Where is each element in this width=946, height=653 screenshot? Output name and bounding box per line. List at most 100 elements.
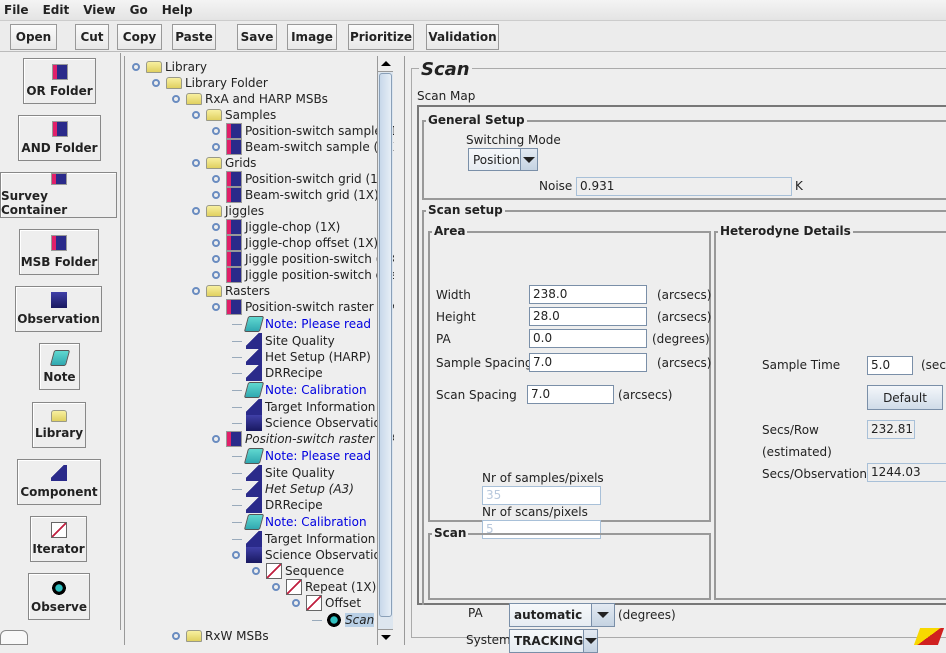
- library-palette-button[interactable]: Library: [32, 402, 86, 448]
- scroll-down-button[interactable]: [378, 629, 393, 645]
- menu-help[interactable]: Help: [158, 3, 201, 17]
- menu-edit[interactable]: Edit: [39, 3, 78, 17]
- tree-node[interactable]: Note: Calibration: [243, 514, 367, 530]
- or-folder-palette-button[interactable]: OR Folder: [23, 58, 96, 104]
- tree-node[interactable]: Site Quality: [246, 465, 335, 481]
- tree-node[interactable]: Position-switch sample (1X): [226, 123, 394, 139]
- tree-node[interactable]: Library: [146, 59, 207, 75]
- tree-node[interactable]: Target Information: [246, 531, 375, 547]
- tree-node[interactable]: Sequence: [266, 563, 344, 579]
- scan-spacing-field[interactable]: 7.0: [527, 385, 614, 404]
- tree-expand-handle[interactable]: [132, 63, 140, 71]
- iterator-palette-button[interactable]: Iterator: [30, 516, 87, 562]
- tree-connector: [232, 505, 242, 506]
- tree-expand-handle[interactable]: [212, 303, 220, 311]
- prioritize-button[interactable]: Prioritize: [348, 24, 414, 50]
- tree-expand-handle[interactable]: [192, 111, 200, 119]
- observe-palette-button[interactable]: Observe: [28, 573, 90, 620]
- program-tree[interactable]: Library Library Folder RxA and HARP MSBs Sa…: [124, 56, 394, 645]
- tree-node[interactable]: RxA and HARP MSBs: [186, 91, 328, 107]
- msb-folder-palette-button[interactable]: MSB Folder: [19, 229, 99, 275]
- tree-node[interactable]: Jiggles: [206, 203, 264, 219]
- tree-expand-handle[interactable]: [192, 159, 200, 167]
- sample-spacing-field[interactable]: 7.0: [529, 353, 647, 372]
- tree-expand-handle[interactable]: [212, 255, 220, 263]
- menu-view[interactable]: View: [79, 3, 123, 17]
- scan-pa-select[interactable]: automatic: [509, 603, 615, 627]
- tree-expand-handle[interactable]: [232, 551, 240, 559]
- tree-node[interactable]: Note: Please read: [243, 448, 371, 464]
- image-button[interactable]: Image: [287, 24, 337, 50]
- copy-button[interactable]: Copy: [117, 24, 162, 50]
- tree-scrollbar[interactable]: [377, 56, 393, 645]
- tree-expand-handle[interactable]: [212, 127, 220, 135]
- height-field[interactable]: 28.0: [529, 307, 647, 326]
- split-pane-divider[interactable]: [394, 56, 404, 645]
- pa-field[interactable]: 0.0: [529, 329, 647, 348]
- note-palette-button[interactable]: Note: [39, 343, 80, 390]
- tree-node[interactable]: Grids: [206, 155, 256, 171]
- tree-node[interactable]: Jiggle position-switch offset: [226, 267, 394, 283]
- cut-button[interactable]: Cut: [75, 24, 109, 50]
- tree-node[interactable]: Target Information: [246, 399, 375, 415]
- tree-expand-handle[interactable]: [212, 435, 220, 443]
- tree-node[interactable]: Science Observation: [246, 415, 388, 431]
- tree-expand-handle[interactable]: [212, 175, 220, 183]
- tree-node[interactable]: Het Setup (A3): [246, 481, 354, 497]
- tree-expand-handle[interactable]: [192, 207, 200, 215]
- tree-expand-handle[interactable]: [172, 95, 180, 103]
- tree-node[interactable]: Science Observation: [246, 547, 388, 563]
- tree-expand-handle[interactable]: [212, 191, 220, 199]
- menu-go[interactable]: Go: [126, 3, 156, 17]
- default-button[interactable]: Default: [867, 385, 943, 410]
- tree-node[interactable]: Scan: [326, 612, 375, 628]
- tree-node[interactable]: Position-switch raster (1X): [226, 431, 394, 447]
- observation-palette-button[interactable]: Observation: [15, 286, 102, 332]
- switching-mode-select[interactable]: Position: [468, 148, 538, 171]
- tree-node[interactable]: Position-switch raster (1X): [226, 299, 394, 315]
- tree-expand-handle[interactable]: [192, 287, 200, 295]
- paste-button[interactable]: Paste: [172, 24, 216, 50]
- scroll-up-button[interactable]: [378, 56, 393, 72]
- tree-expand-handle[interactable]: [252, 567, 260, 575]
- sample-time-field[interactable]: 5.0: [867, 356, 913, 375]
- tree-expand-handle[interactable]: [212, 223, 220, 231]
- tree-node[interactable]: Het Setup (HARP): [246, 349, 371, 365]
- tree-node[interactable]: Repeat (1X): [286, 579, 376, 595]
- tree-node[interactable]: Rasters: [206, 283, 270, 299]
- msb-icon: [226, 171, 242, 187]
- component-palette-button[interactable]: Component: [17, 459, 101, 505]
- survey-container-palette-button[interactable]: Survey Container: [0, 172, 117, 218]
- tree-node[interactable]: Offset: [306, 595, 361, 611]
- scroll-thumb[interactable]: [379, 73, 392, 617]
- tree-expand-handle[interactable]: [292, 599, 300, 607]
- tree-node[interactable]: Note: Calibration: [243, 382, 367, 398]
- tree-expand-handle[interactable]: [272, 583, 280, 591]
- tree-expand-handle[interactable]: [212, 239, 220, 247]
- tree-node[interactable]: Jiggle-chop (1X): [226, 219, 340, 235]
- tree-expand-handle[interactable]: [152, 79, 160, 87]
- tree-expand-handle[interactable]: [212, 271, 220, 279]
- validation-button[interactable]: Validation: [426, 24, 499, 50]
- tree-node[interactable]: DRRecipe: [246, 497, 323, 513]
- tree-expand-handle[interactable]: [212, 143, 220, 151]
- tree-node[interactable]: Samples: [206, 107, 276, 123]
- system-select[interactable]: TRACKING: [509, 629, 598, 653]
- tree-node[interactable]: Beam-switch grid (1X): [226, 187, 379, 203]
- menu-file[interactable]: File: [0, 3, 37, 17]
- tree-node[interactable]: Jiggle position-switch (1X): [226, 251, 394, 267]
- tree-node[interactable]: Jiggle-chop offset (1X): [226, 235, 378, 251]
- trash-icon[interactable]: [0, 630, 28, 645]
- open-button[interactable]: Open: [10, 24, 57, 50]
- tree-expand-handle[interactable]: [172, 632, 180, 640]
- tree-node[interactable]: Beam-switch sample (1X): [226, 139, 394, 155]
- save-button[interactable]: Save: [237, 24, 277, 50]
- and-folder-palette-button[interactable]: AND Folder: [18, 115, 101, 161]
- tree-node[interactable]: Site Quality: [246, 333, 335, 349]
- tree-node[interactable]: DRRecipe: [246, 365, 323, 381]
- tree-node[interactable]: Note: Please read: [243, 316, 371, 332]
- width-field[interactable]: 238.0: [529, 285, 647, 304]
- tree-node[interactable]: Library Folder: [166, 75, 268, 91]
- tree-node[interactable]: RxW MSBs: [186, 628, 269, 644]
- tree-node[interactable]: Position-switch grid (1X): [226, 171, 391, 187]
